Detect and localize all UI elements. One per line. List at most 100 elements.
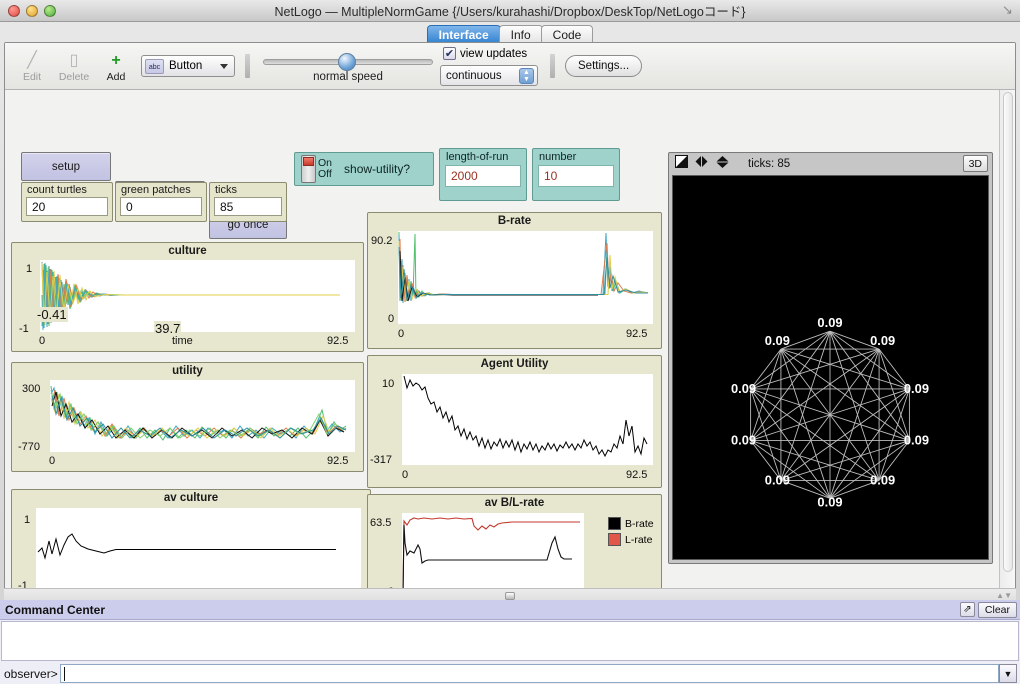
up-down-arrows-icon[interactable] — [715, 155, 730, 174]
widget-type-dropdown[interactable]: abc Button — [141, 55, 235, 77]
plot-b-rate-ymin: 0 — [388, 313, 395, 325]
plot-utility[interactable]: utility 300 -770 0 92.5 — [11, 362, 364, 472]
plot-utility-area — [50, 380, 355, 452]
input-length-of-run[interactable]: length-of-run 2000 — [439, 148, 527, 201]
left-right-arrows-icon[interactable] — [694, 155, 709, 173]
plot-utility-ymin-2: -770 — [18, 441, 41, 453]
plot-av-bl-rate-title: av B/L-rate — [484, 497, 545, 509]
left-right-arrows-svg — [695, 156, 708, 167]
command-input[interactable] — [59, 664, 999, 683]
view-updates-group: ✔ view updates continuous ▲ ▼ — [435, 45, 540, 87]
resize-icon[interactable] — [675, 155, 688, 173]
command-center-header: Command Center ⇗ Clear — [0, 600, 1020, 620]
view-header: ticks: 85 3D — [669, 153, 992, 175]
add-button[interactable]: + Add — [95, 49, 137, 83]
splitter-grip[interactable] — [505, 592, 515, 600]
command-center-input-row: observer> ▼ — [0, 663, 1020, 684]
world-view[interactable]: ticks: 85 3D 0.09 0.09 0.09 0.09 0.09 0.… — [668, 152, 993, 564]
tab-bar: Interface Info Code — [0, 22, 1020, 44]
splitter-arrows-icon[interactable]: ▲▼ — [996, 591, 1012, 600]
input-number[interactable]: number 10 — [532, 148, 620, 201]
legend-item-b-rate[interactable]: B-rate — [608, 517, 654, 530]
plot-av-bl-rate-svg — [402, 517, 580, 594]
widget-type-label: Button — [169, 60, 203, 72]
checkbox-icon[interactable]: ✔ — [443, 47, 456, 60]
plot-av-bl-rate-area — [402, 513, 584, 594]
delete-button[interactable]: ▯ Delete — [53, 49, 95, 83]
switch-knob[interactable] — [301, 155, 316, 183]
update-mode-value: continuous — [446, 70, 502, 82]
interface-panel: ╱ Edit ▯ Delete + Add abc Button normal … — [4, 42, 1016, 594]
popout-icon[interactable]: ⇗ — [959, 602, 975, 617]
plot-av-culture[interactable]: av culture 1 -1 0 time 92.5 — [11, 489, 371, 594]
stepper-icon[interactable]: ▲ ▼ — [519, 68, 534, 84]
monitor-count-turtles[interactable]: count turtles 20 — [21, 182, 113, 222]
settings-button[interactable]: Settings... — [565, 55, 643, 77]
plot-culture-xlabel: time — [172, 335, 193, 347]
plot-culture-crosshair-y: -0.41 — [36, 307, 68, 322]
world-canvas[interactable]: 0.09 0.09 0.09 0.09 0.09 0.09 0.09 0.09 … — [672, 175, 989, 560]
canvas-scrollbar-thumb[interactable] — [1003, 92, 1013, 572]
delete-label: Delete — [58, 71, 90, 83]
input-length-of-run-value[interactable]: 2000 — [445, 165, 521, 187]
edit-label: Edit — [22, 71, 42, 83]
monitor-green-patches[interactable]: green patches 0 — [115, 182, 207, 222]
edit-button[interactable]: ╱ Edit — [11, 49, 53, 83]
plot-b-rate-xmin: 0 — [398, 328, 405, 340]
canvas-scrollbar[interactable] — [999, 90, 1015, 594]
node-label-3: 0.09 — [904, 381, 929, 396]
plot-av-bl-rate-legend: B-rate L-rate — [608, 517, 654, 549]
add-label: Add — [106, 71, 126, 83]
plot-culture-xmax: 92.5 — [327, 335, 349, 347]
speed-label: normal speed — [313, 71, 383, 83]
plot-agent-utility[interactable]: Agent Utility 10 -317 0 92.5 — [367, 355, 662, 488]
plot-b-rate-xmax: 92.5 — [626, 328, 648, 340]
monitor-ticks[interactable]: ticks 85 — [209, 182, 287, 222]
trash-icon: ▯ — [69, 52, 79, 69]
speed-slider[interactable]: normal speed — [260, 46, 435, 86]
abc-icon: abc — [145, 58, 164, 74]
input-length-of-run-label: length-of-run — [446, 151, 509, 163]
speed-slider-knob[interactable] — [338, 53, 356, 71]
plot-culture-area — [40, 260, 355, 332]
legend-item-l-rate[interactable]: L-rate — [608, 533, 654, 546]
switch-cap-icon — [303, 157, 314, 166]
view-updates-checkbox-row[interactable]: ✔ view updates — [443, 47, 527, 60]
monitor-green-patches-value: 0 — [120, 197, 202, 216]
text-caret — [63, 667, 65, 681]
switch-name-label: show-utility? — [344, 162, 411, 176]
node-label-4: 0.09 — [904, 433, 929, 448]
resize-corner-icon[interactable]: ↘ — [1002, 3, 1016, 17]
plot-culture-crosshair-x: 39.7 — [154, 321, 182, 336]
plot-av-culture-area — [36, 508, 361, 590]
monitor-count-turtles-value: 20 — [26, 197, 108, 216]
plot-agent-utility-area — [402, 374, 653, 465]
resize-icon-svg — [675, 155, 688, 168]
plot-agent-utility-xmin: 0 — [402, 469, 409, 481]
plot-utility-xmin: 0 — [49, 455, 56, 467]
node-label-5: 0.09 — [870, 472, 895, 487]
plot-av-bl-rate[interactable]: av B/L-rate 63.5 0 0 92.5 B — [367, 494, 662, 594]
node-label-8: 0.09 — [731, 433, 756, 448]
widget-canvas: setup go ⟳ go once count turtles 20 gree… — [5, 90, 999, 594]
plot-b-rate[interactable]: B-rate 90.2 0 0 92.5 — [367, 212, 662, 349]
view-3d-button[interactable]: 3D — [962, 155, 988, 172]
plot-utility-ymax: 300 — [22, 383, 41, 395]
plot-utility-svg — [50, 385, 347, 441]
input-number-value[interactable]: 10 — [538, 165, 614, 187]
plot-culture[interactable]: culture 1 -1 -0.41 39.7 0 time 92.5 — [11, 242, 364, 352]
window-title: NetLogo — MultipleNormGame {/Users/kurah… — [274, 5, 746, 19]
command-history-dropdown[interactable]: ▼ — [999, 664, 1017, 683]
plus-icon: + — [111, 52, 121, 69]
update-mode-dropdown[interactable]: continuous ▲ ▼ — [440, 65, 538, 86]
clear-button[interactable]: Clear — [977, 601, 1017, 618]
command-center-output[interactable] — [1, 621, 1019, 661]
title-bar: NetLogo — MultipleNormGame {/Users/kurah… — [0, 0, 1020, 22]
switch-onoff-labels: On Off — [318, 158, 332, 180]
ticks-counter: ticks: 85 — [748, 158, 791, 170]
legend-label-l-rate: L-rate — [625, 533, 653, 546]
switch-show-utility[interactable]: On Off show-utility? — [294, 152, 434, 186]
plot-agent-utility-ymin: -317 — [370, 454, 393, 466]
button-setup[interactable]: setup — [21, 152, 111, 181]
plot-agent-utility-xmax: 92.5 — [626, 469, 648, 481]
